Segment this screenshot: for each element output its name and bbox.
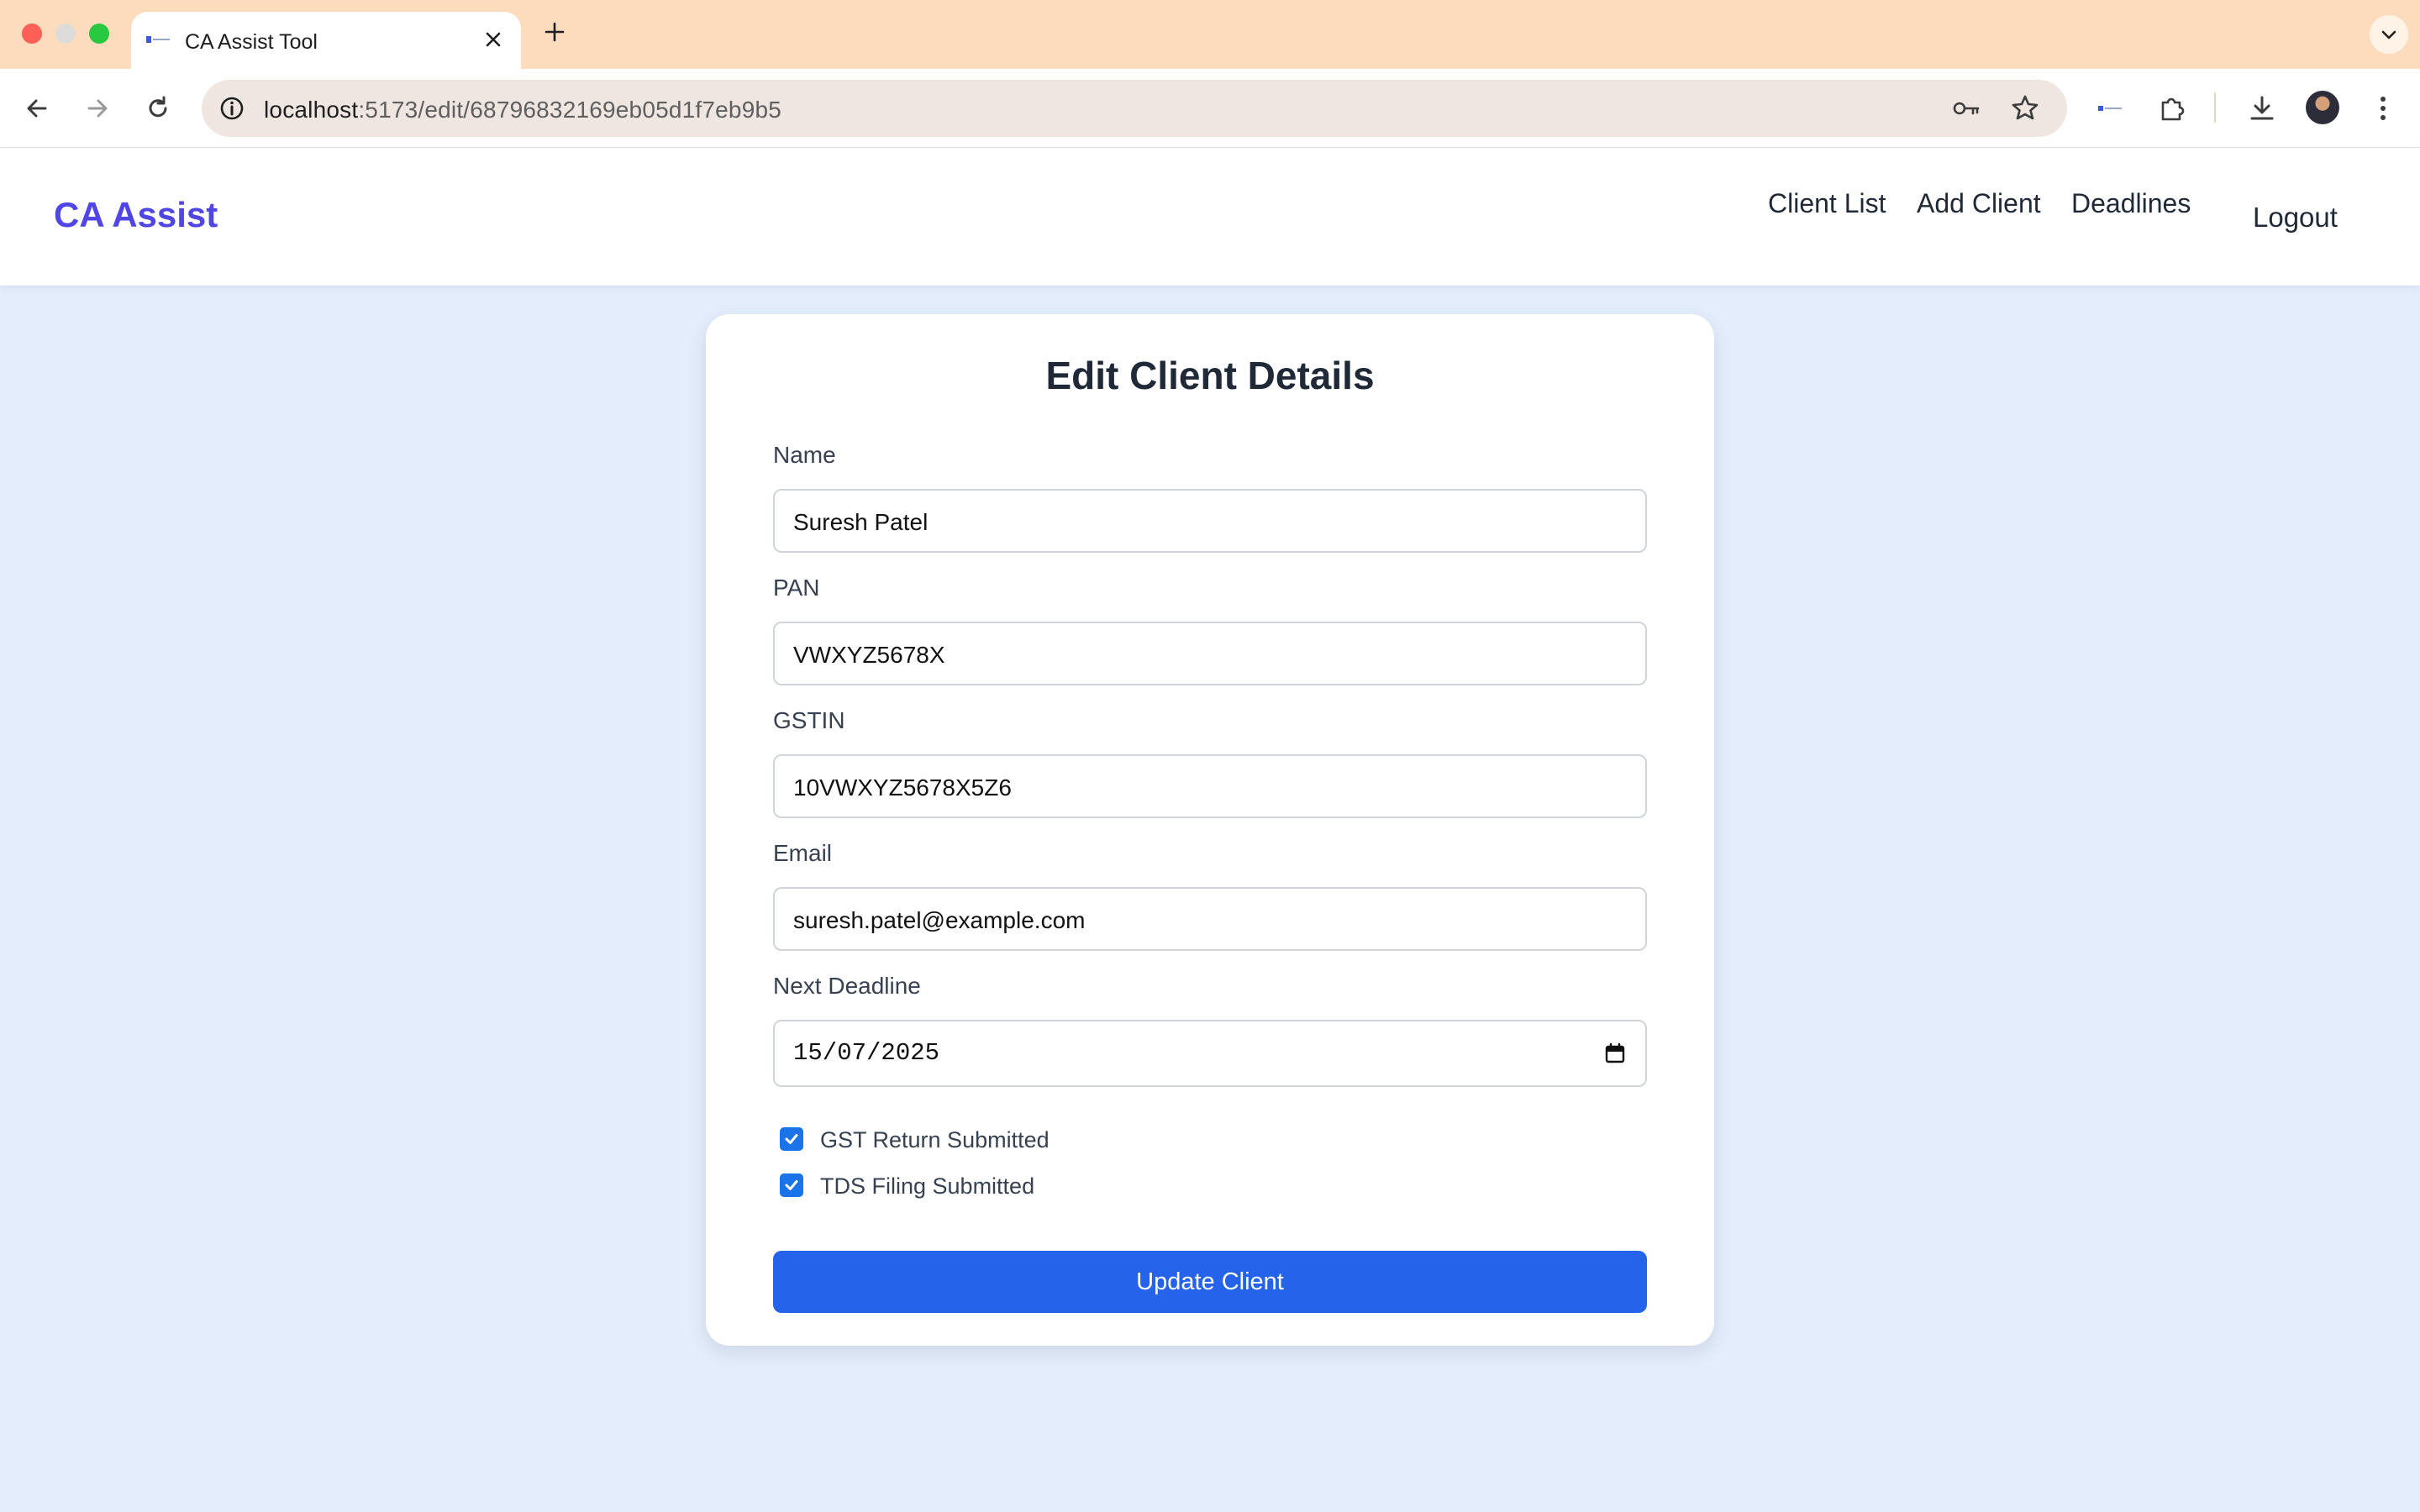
url-host: localhost: [264, 97, 359, 123]
profile-avatar[interactable]: [2306, 91, 2339, 124]
site-info-icon[interactable]: [215, 92, 249, 125]
update-client-label: Update Client: [1136, 1268, 1284, 1295]
gst-return-checkbox[interactable]: [780, 1127, 803, 1151]
gst-return-label: GST Return Submitted: [820, 1127, 1050, 1152]
new-tab-icon[interactable]: [541, 18, 568, 45]
reload-icon[interactable]: [141, 92, 175, 125]
minimize-window-button[interactable]: [55, 24, 76, 44]
name-value: Suresh Patel: [793, 509, 929, 535]
tds-filing-checkbox[interactable]: [780, 1173, 803, 1197]
url-text: localhost:5173/edit/68796832169eb05d1f7e…: [264, 97, 781, 123]
puzzle-extensions-icon[interactable]: [2155, 92, 2189, 125]
tab-search-button[interactable]: [2370, 15, 2408, 54]
password-key-icon[interactable]: [1949, 92, 1983, 125]
nav-link-client-list[interactable]: Client List: [1768, 188, 1886, 219]
next-deadline-date-input[interactable]: 15/07/2025: [773, 1020, 1647, 1087]
next-deadline-label: Next Deadline: [773, 973, 921, 999]
update-client-button[interactable]: Update Client: [773, 1251, 1647, 1313]
gstin-input[interactable]: 10VWXYZ5678X5Z6: [773, 754, 1647, 818]
bookmark-star-icon[interactable]: [2008, 92, 2042, 125]
pan-value: VWXYZ5678X: [793, 642, 945, 668]
brand-logo[interactable]: CA Assist: [54, 195, 218, 235]
back-arrow-icon[interactable]: [20, 92, 54, 125]
address-bar[interactable]: localhost:5173/edit/68796832169eb05d1f7e…: [202, 80, 2067, 137]
email-value: suresh.patel@example.com: [793, 907, 1086, 933]
chevron-down-icon: [2381, 30, 2396, 39]
gstin-label: GSTIN: [773, 707, 845, 733]
tds-filing-label: TDS Filing Submitted: [820, 1173, 1035, 1199]
nav-link-deadlines[interactable]: Deadlines: [2071, 188, 2191, 219]
name-input[interactable]: Suresh Patel: [773, 489, 1647, 553]
pan-input[interactable]: VWXYZ5678X: [773, 622, 1647, 685]
tab-title: CA Assist Tool: [185, 30, 318, 54]
checkmark-icon: [785, 1134, 798, 1144]
name-label: Name: [773, 442, 836, 468]
download-icon[interactable]: [2245, 92, 2279, 125]
browser-tab[interactable]: CA Assist Tool: [131, 12, 521, 69]
more-menu-icon[interactable]: [2366, 92, 2400, 125]
next-deadline-value: 15/07/2025: [793, 1039, 940, 1067]
extension-favicon-icon[interactable]: [2094, 92, 2128, 125]
forward-arrow-icon[interactable]: [81, 92, 114, 125]
close-tab-icon[interactable]: [482, 29, 504, 50]
maximize-window-button[interactable]: [89, 24, 109, 44]
browser-toolbar: localhost:5173/edit/68796832169eb05d1f7e…: [0, 69, 2420, 148]
edit-client-card: Edit Client Details Name Suresh Patel PA…: [706, 314, 1714, 1346]
url-path: :5173/edit/68796832169eb05d1f7eb9b5: [358, 97, 782, 123]
checkmark-icon: [785, 1180, 798, 1190]
page-title: Edit Client Details: [1045, 354, 1375, 397]
gstin-value: 10VWXYZ5678X5Z6: [793, 774, 1012, 801]
nav-link-add-client[interactable]: Add Client: [1917, 188, 2041, 219]
pan-label: PAN: [773, 575, 820, 601]
close-window-button[interactable]: [22, 24, 42, 44]
tab-favicon-icon: [146, 36, 170, 43]
email-label: Email: [773, 840, 833, 866]
logout-button[interactable]: Logout: [2253, 202, 2338, 234]
browser-tab-strip: CA Assist Tool: [0, 0, 2420, 69]
toolbar-separator: [2214, 92, 2216, 123]
app-navbar: CA Assist Client List Add Client Deadlin…: [0, 148, 2420, 286]
email-input[interactable]: suresh.patel@example.com: [773, 887, 1647, 951]
calendar-icon[interactable]: [1603, 1042, 1627, 1065]
